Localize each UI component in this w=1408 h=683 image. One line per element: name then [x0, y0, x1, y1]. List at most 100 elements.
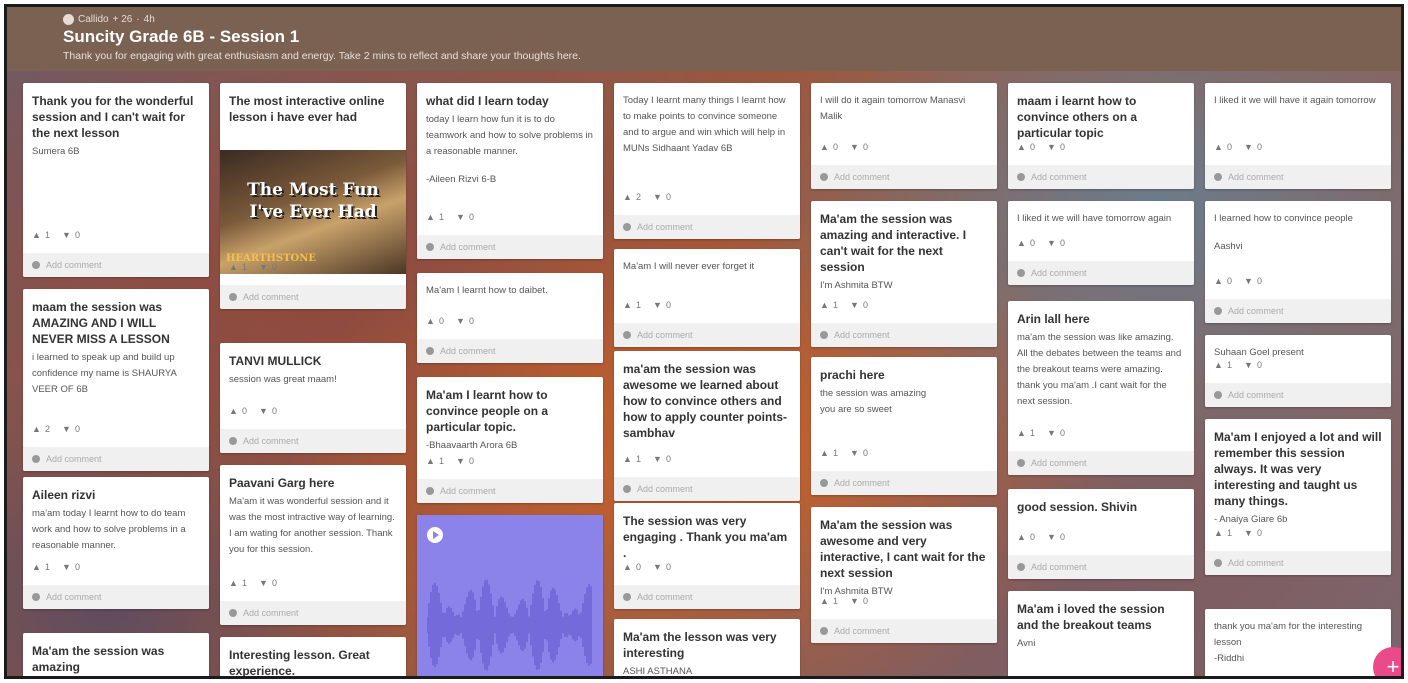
add-comment-field[interactable]: Add comment	[811, 323, 997, 347]
post-card[interactable]: Arin lall here ma'am the session was like…	[1008, 301, 1194, 475]
thumbs-up-icon[interactable]: ▲	[1214, 142, 1224, 152]
add-comment-field[interactable]: Add comment	[1205, 299, 1391, 323]
post-card[interactable]: Ma'am the session was amazing manasvi Mal…	[23, 633, 209, 676]
thumbs-up-icon[interactable]: ▲	[426, 316, 436, 326]
thumbs-down-icon[interactable]: ▼	[62, 562, 72, 572]
add-comment-field[interactable]: Add comment	[614, 323, 800, 347]
add-comment-field[interactable]: Add comment	[220, 285, 406, 309]
author-avatar[interactable]	[63, 14, 74, 25]
thumbs-down-icon[interactable]: ▼	[653, 454, 663, 464]
post-card[interactable]: I liked it we will have it again tomorro…	[1205, 83, 1391, 189]
thumbs-down-icon[interactable]: ▼	[1244, 142, 1254, 152]
add-comment-field[interactable]: Add comment	[811, 165, 997, 189]
post-card[interactable]: Ma'am I will never ever forget it ▲ 1 ▼ 0 Add…	[614, 249, 800, 347]
thumbs-down-icon[interactable]: ▼	[1244, 528, 1254, 538]
add-comment-field[interactable]: Add comment	[1008, 165, 1194, 189]
thumbs-down-icon[interactable]: ▼	[259, 578, 269, 588]
thumbs-up-icon[interactable]: ▲	[820, 142, 830, 152]
add-comment-field[interactable]: Add comment	[417, 235, 603, 259]
thumbs-down-icon[interactable]: ▼	[62, 424, 72, 434]
thumbs-down-icon[interactable]: ▼	[1047, 532, 1057, 542]
post-card[interactable]: prachi here the session was amazing you a…	[811, 357, 997, 495]
audio-attachment[interactable]	[417, 515, 603, 676]
thumbs-down-icon[interactable]: ▼	[653, 300, 663, 310]
add-comment-field[interactable]: Add comment	[614, 585, 800, 609]
post-card[interactable]: Ma'am I enjoyed a lot and will remember …	[1205, 419, 1391, 575]
post-card[interactable]: Ma'am I learnt how to convince people on…	[417, 377, 603, 503]
add-comment-field[interactable]: Add comment	[811, 471, 997, 495]
thumbs-up-icon[interactable]: ▲	[1017, 532, 1027, 542]
thumbs-up-icon[interactable]: ▲	[623, 300, 633, 310]
thumbs-up-icon[interactable]: ▲	[229, 406, 239, 416]
post-card[interactable]: maam i learnt how to convince others on …	[1008, 83, 1194, 189]
post-card[interactable]: Ma'am the session was amazing and intera…	[811, 201, 997, 347]
post-card[interactable]: what did I learn today today I learn how …	[417, 83, 603, 259]
thumbs-up-icon[interactable]: ▲	[820, 448, 830, 458]
thumbs-down-icon[interactable]: ▼	[850, 300, 860, 310]
post-card[interactable]: The session was very engaging . Thank yo…	[614, 503, 800, 609]
add-comment-field[interactable]: Add comment	[417, 479, 603, 503]
thumbs-down-icon[interactable]: ▼	[850, 142, 860, 152]
thumbs-up-icon[interactable]: ▲	[623, 562, 633, 572]
post-card[interactable]: Ma'am I learnt how to daibet. ▲ 0 ▼ 0 Add com…	[417, 273, 603, 363]
post-card[interactable]: Ma'am the session was awesome and very i…	[811, 507, 997, 643]
thumbs-down-icon[interactable]: ▼	[850, 448, 860, 458]
post-card[interactable]: Paavani Garg here Ma'am it was wonderful …	[220, 465, 406, 625]
post-card[interactable]	[417, 515, 603, 676]
post-card[interactable]: Ma'am the lesson was very interesting ASH…	[614, 619, 800, 676]
add-comment-field[interactable]: Add comment	[1008, 451, 1194, 475]
thumbs-up-icon[interactable]: ▲	[32, 562, 42, 572]
post-card[interactable]: Aileen rizvi ma'am today I learnt how to …	[23, 477, 209, 609]
post-card[interactable]: ma'am the session was awesome we learned…	[614, 351, 800, 501]
thumbs-up-icon[interactable]: ▲	[1214, 528, 1224, 538]
thumbs-down-icon[interactable]: ▼	[62, 230, 72, 240]
thumbs-up-icon[interactable]: ▲	[820, 596, 830, 606]
thumbs-down-icon[interactable]: ▼	[850, 596, 860, 606]
thumbs-down-icon[interactable]: ▼	[1047, 238, 1057, 248]
add-comment-field[interactable]: Add comment	[614, 215, 800, 239]
play-icon[interactable]	[427, 527, 443, 543]
add-comment-field[interactable]: Add comment	[1205, 551, 1391, 575]
add-comment-field[interactable]: Add comment	[1205, 383, 1391, 407]
thumbs-down-icon[interactable]: ▼	[259, 262, 269, 272]
thumbs-up-icon[interactable]: ▲	[229, 262, 239, 272]
thumbs-down-icon[interactable]: ▼	[1244, 360, 1254, 370]
add-comment-field[interactable]: Add comment	[23, 253, 209, 277]
thumbs-down-icon[interactable]: ▼	[653, 562, 663, 572]
post-card[interactable]: TANVI MULLICK session was great maam! ▲ 0 ▼ 0…	[220, 343, 406, 453]
thumbs-up-icon[interactable]: ▲	[1017, 238, 1027, 248]
thumbs-down-icon[interactable]: ▼	[1244, 276, 1254, 286]
post-card[interactable]: Today I learnt many things I learnt how …	[614, 83, 800, 239]
thumbs-up-icon[interactable]: ▲	[1017, 142, 1027, 152]
add-comment-field[interactable]: Add comment	[23, 585, 209, 609]
post-card[interactable]: I will do it again tomorrow Manasvi Mali…	[811, 83, 997, 189]
post-card[interactable]: The most interactive online lesson i hav…	[220, 83, 406, 309]
thumbs-up-icon[interactable]: ▲	[1214, 360, 1224, 370]
thumbs-down-icon[interactable]: ▼	[653, 192, 663, 202]
thumbs-down-icon[interactable]: ▼	[456, 456, 466, 466]
post-card[interactable]: Thank you for the wonderful session and …	[23, 83, 209, 277]
add-comment-field[interactable]: Add comment	[23, 447, 209, 471]
thumbs-down-icon[interactable]: ▼	[1047, 428, 1057, 438]
add-comment-field[interactable]: Add comment	[220, 429, 406, 453]
thumbs-up-icon[interactable]: ▲	[623, 454, 633, 464]
add-comment-field[interactable]: Add comment	[417, 339, 603, 363]
post-card[interactable]: maam the session was AMAZING AND I WILL …	[23, 289, 209, 471]
thumbs-up-icon[interactable]: ▲	[623, 192, 633, 202]
thumbs-up-icon[interactable]: ▲	[32, 230, 42, 240]
thumbs-down-icon[interactable]: ▼	[1047, 142, 1057, 152]
post-card[interactable]: Ma'am i loved the session and the breako…	[1008, 591, 1194, 676]
thumbs-up-icon[interactable]: ▲	[1214, 276, 1224, 286]
post-card[interactable]: good session. Shivin ▲ 0 ▼ 0 Add comment	[1008, 489, 1194, 579]
add-comment-field[interactable]: Add comment	[811, 619, 997, 643]
thumbs-up-icon[interactable]: ▲	[229, 578, 239, 588]
thumbs-up-icon[interactable]: ▲	[426, 212, 436, 222]
post-card[interactable]: Interesting lesson. Great experience.	[220, 637, 406, 676]
thumbs-down-icon[interactable]: ▼	[456, 316, 466, 326]
add-comment-field[interactable]: Add comment	[614, 477, 800, 501]
add-comment-field[interactable]: Add comment	[1008, 555, 1194, 579]
thumbs-up-icon[interactable]: ▲	[1017, 428, 1027, 438]
thumbs-down-icon[interactable]: ▼	[259, 406, 269, 416]
add-comment-field[interactable]: Add comment	[1205, 165, 1391, 189]
post-card[interactable]: I liked it we will have tomorrow again ▲ 0…	[1008, 201, 1194, 285]
